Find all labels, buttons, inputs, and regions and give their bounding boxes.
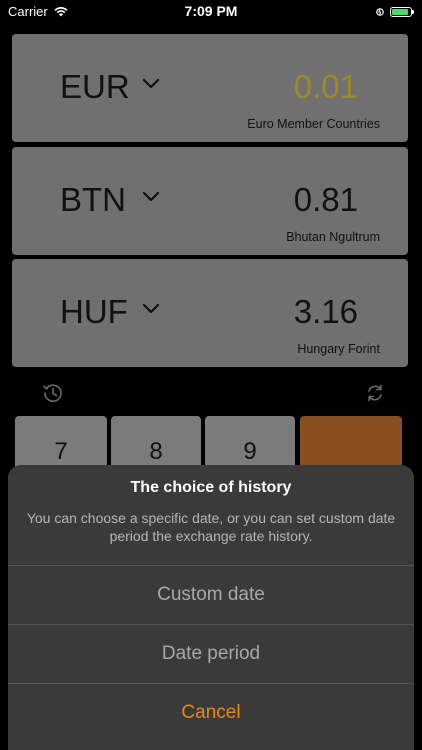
custom-date-button[interactable]: Custom date (8, 566, 414, 625)
currency-value: 0.01 (293, 68, 358, 105)
history-icon[interactable] (42, 382, 64, 404)
status-time: 7:09 PM (184, 3, 238, 19)
currency-code[interactable]: HUF (60, 293, 128, 331)
history-action-sheet: The choice of history You can choose a s… (8, 465, 414, 750)
action-sheet-header: The choice of history You can choose a s… (8, 465, 414, 566)
currency-card-3[interactable]: HUF 3.16 Hungary Forint (12, 259, 408, 367)
chevron-down-icon[interactable] (142, 191, 160, 203)
currency-name: Bhutan Ngultrum (286, 230, 380, 244)
currency-card-2[interactable]: BTN 0.81 Bhutan Ngultrum (12, 147, 408, 255)
action-sheet-title: The choice of history (130, 479, 292, 496)
action-sheet-message: You can choose a specific date, or you c… (26, 510, 396, 544)
battery-icon (390, 7, 414, 17)
status-bar: Carrier 7:09 PM (0, 0, 422, 24)
currency-code[interactable]: EUR (60, 68, 130, 106)
chevron-down-icon[interactable] (142, 303, 160, 315)
refresh-icon[interactable] (364, 382, 386, 404)
currency-code[interactable]: BTN (60, 181, 126, 219)
charging-indicator-icon (376, 8, 384, 16)
cancel-button[interactable]: Cancel (8, 684, 414, 742)
status-right (376, 6, 414, 18)
currency-name: Euro Member Countries (247, 117, 380, 131)
battery-level (392, 9, 408, 15)
currency-name: Hungary Forint (297, 342, 380, 356)
currency-card-1[interactable]: EUR 0.01 Euro Member Countries (12, 34, 408, 142)
currency-value: 0.81 (293, 181, 358, 218)
chevron-down-icon[interactable] (142, 78, 160, 90)
currency-value: 3.16 (293, 293, 358, 330)
date-period-button[interactable]: Date period (8, 625, 414, 684)
